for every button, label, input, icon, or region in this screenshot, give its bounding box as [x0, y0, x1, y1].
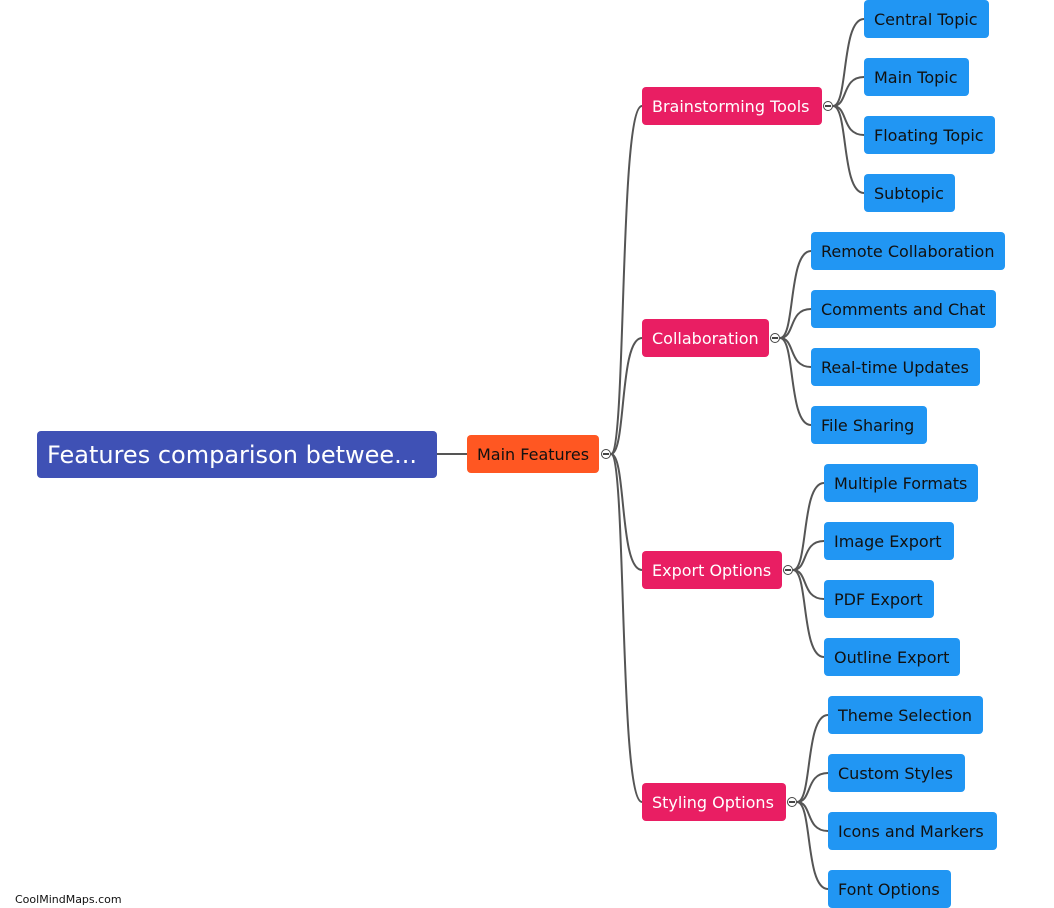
leaf-label: Outline Export: [834, 647, 950, 667]
branch-label: Brainstorming Tools: [652, 96, 810, 116]
branch-node[interactable]: Export Options: [642, 551, 782, 589]
leaf-label: Image Export: [834, 531, 942, 551]
leaf-label: Floating Topic: [874, 125, 984, 145]
footer-credit: CoolMindMaps.com: [15, 893, 122, 906]
link-branch-leaf: [792, 482, 825, 571]
collapse-toggle-icon[interactable]: [783, 565, 793, 575]
branch-label: Export Options: [652, 560, 772, 580]
link-branch-leaf: [792, 569, 825, 658]
leaf-label: Remote Collaboration: [821, 241, 995, 261]
main-features-node[interactable]: Main Features: [467, 435, 599, 473]
leaf-node[interactable]: Multiple Formats: [824, 464, 978, 502]
leaf-node[interactable]: Image Export: [824, 522, 954, 560]
leaf-node[interactable]: Subtopic: [864, 174, 955, 212]
collapse-toggle-icon[interactable]: [787, 797, 797, 807]
leaf-label: Subtopic: [874, 183, 944, 203]
link-branch-leaf: [832, 18, 865, 107]
link-branch-leaf: [796, 801, 829, 890]
leaf-label: Real-time Updates: [821, 357, 969, 377]
branch-node[interactable]: Collaboration: [642, 319, 769, 357]
leaf-label: Main Topic: [874, 67, 958, 87]
branch-node[interactable]: Brainstorming Tools: [642, 87, 822, 125]
branch-node[interactable]: Styling Options: [642, 783, 786, 821]
leaf-label: Theme Selection: [838, 705, 973, 725]
leaf-node[interactable]: Icons and Markers: [828, 812, 997, 850]
branch-label: Collaboration: [652, 328, 759, 348]
collapse-toggle-icon[interactable]: [601, 449, 611, 459]
leaf-label: File Sharing: [821, 415, 915, 435]
leaf-node[interactable]: Custom Styles: [828, 754, 965, 792]
root-topic[interactable]: Features comparison betwee...: [37, 431, 437, 478]
leaf-node[interactable]: PDF Export: [824, 580, 934, 618]
collapse-toggle-icon[interactable]: [823, 101, 833, 111]
leaf-node[interactable]: Outline Export: [824, 638, 960, 676]
leaf-node[interactable]: Floating Topic: [864, 116, 995, 154]
leaf-node[interactable]: File Sharing: [811, 406, 927, 444]
leaf-label: Central Topic: [874, 9, 978, 29]
main-features-label: Main Features: [477, 444, 590, 464]
leaf-node[interactable]: Theme Selection: [828, 696, 983, 734]
leaf-node[interactable]: Comments and Chat: [811, 290, 996, 328]
link-branch-leaf: [779, 250, 812, 339]
leaf-node[interactable]: Font Options: [828, 870, 951, 908]
leaf-label: PDF Export: [834, 589, 923, 609]
leaf-node[interactable]: Main Topic: [864, 58, 969, 96]
leaf-node[interactable]: Remote Collaboration: [811, 232, 1005, 270]
link-main-branch: [610, 453, 643, 803]
link-branch-leaf: [779, 337, 812, 426]
leaf-label: Custom Styles: [838, 763, 953, 783]
link-main-branch: [610, 105, 643, 455]
link-branch-leaf: [832, 105, 865, 194]
leaf-label: Multiple Formats: [834, 473, 968, 493]
leaf-label: Icons and Markers: [838, 821, 984, 841]
link-branch-leaf: [796, 714, 829, 803]
branch-label: Styling Options: [652, 792, 774, 812]
leaf-node[interactable]: Central Topic: [864, 0, 989, 38]
root-topic-label: Features comparison betwee...: [47, 440, 418, 469]
leaf-node[interactable]: Real-time Updates: [811, 348, 980, 386]
collapse-toggle-icon[interactable]: [770, 333, 780, 343]
leaf-label: Comments and Chat: [821, 299, 986, 319]
leaf-label: Font Options: [838, 879, 940, 899]
